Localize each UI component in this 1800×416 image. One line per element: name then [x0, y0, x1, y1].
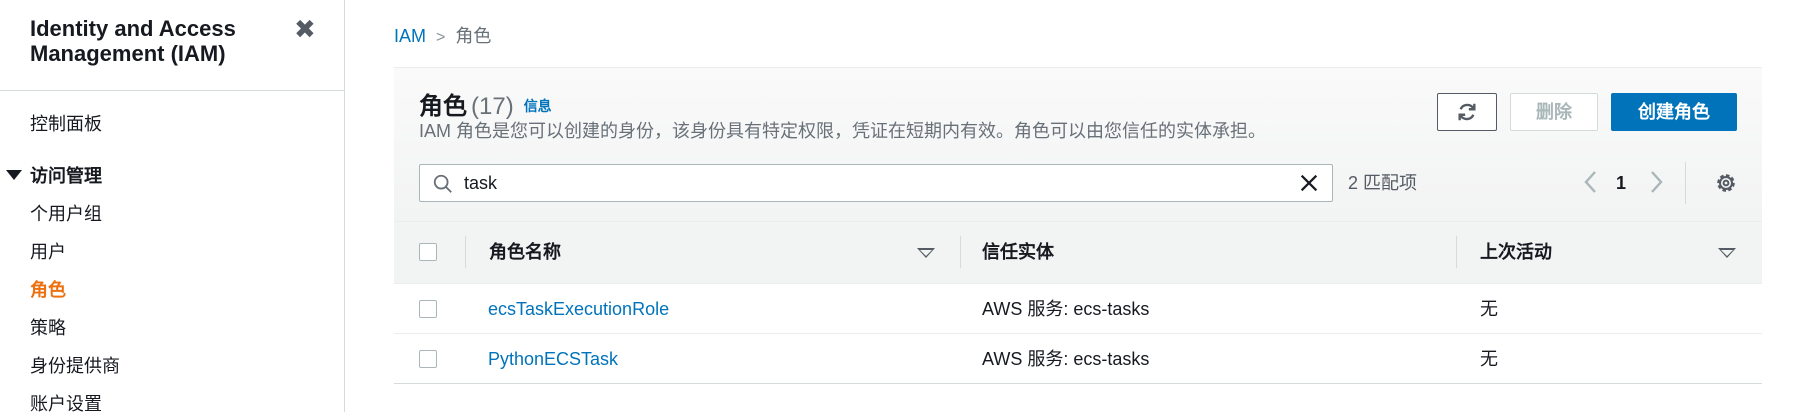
role-count: (17)	[471, 93, 514, 120]
column-divider	[465, 236, 466, 268]
sidebar-section-access-management[interactable]: 访问管理	[6, 164, 102, 188]
column-header-trusted-entities[interactable]: 信任实体	[982, 222, 1054, 283]
clear-icon[interactable]	[1298, 172, 1320, 194]
refresh-icon	[1458, 103, 1476, 121]
role-name-link[interactable]: ecsTaskExecutionRole	[488, 284, 669, 334]
match-count: 2 匹配项	[1348, 173, 1418, 193]
trusted-entity-cell: AWS 服务: ecs-tasks	[982, 299, 1150, 319]
search-input[interactable]: task	[419, 164, 1333, 202]
search-icon	[433, 174, 452, 193]
divider	[1685, 162, 1686, 204]
close-icon[interactable]: ✖	[294, 14, 316, 44]
chevron-right-icon[interactable]	[1644, 168, 1668, 196]
sidebar-header: Identity and Access Management (IAM) ✖	[0, 0, 345, 91]
last-activity-cell: 无	[1480, 349, 1498, 369]
sort-desc-icon[interactable]	[1718, 248, 1736, 258]
row-checkbox[interactable]	[419, 300, 437, 318]
search-value[interactable]: task	[464, 172, 497, 194]
column-header-role-name[interactable]: 角色名称	[489, 222, 561, 283]
breadcrumb-current: 角色	[455, 26, 492, 46]
table-row: ecsTaskExecutionRole AWS 服务: ecs-tasks 无	[394, 284, 1762, 334]
page-title: 角色 (17) 信息	[419, 91, 552, 122]
sidebar: Identity and Access Management (IAM) ✖ 控…	[0, 0, 345, 414]
sidebar-item-dashboard[interactable]: 控制面板	[30, 112, 102, 136]
sidebar-item-users[interactable]: 用户	[30, 240, 66, 264]
panel-header: 角色 (17) 信息 IAM 角色是您可以创建的身份，该身份具有特定权限，凭证在短期…	[394, 67, 1762, 221]
sort-desc-icon[interactable]	[917, 248, 935, 258]
sidebar-section-label: 访问管理	[30, 166, 102, 186]
trusted-entity-cell: AWS 服务: ecs-tasks	[982, 349, 1150, 369]
last-activity-cell: 无	[1480, 299, 1498, 319]
sidebar-item-account-settings[interactable]: 账户设置	[30, 392, 102, 416]
sidebar-title: Identity and Access Management (IAM)	[30, 16, 236, 66]
gear-icon[interactable]	[1714, 171, 1738, 195]
info-link[interactable]: 信息	[524, 98, 552, 114]
table-row: PythonECSTask AWS 服务: ecs-tasks 无	[394, 334, 1762, 384]
page-title-text: 角色	[419, 93, 467, 120]
breadcrumb: IAM > 角色	[394, 24, 491, 50]
chevron-left-icon[interactable]	[1579, 168, 1603, 196]
breadcrumb-iam-link[interactable]: IAM	[394, 26, 426, 46]
column-divider	[1456, 236, 1457, 268]
sidebar-item-policies[interactable]: 策略	[30, 316, 66, 340]
caret-down-icon	[6, 170, 22, 180]
role-name-link[interactable]: PythonECSTask	[488, 334, 618, 384]
refresh-button[interactable]	[1437, 93, 1497, 131]
column-divider	[960, 236, 961, 268]
delete-button[interactable]: 删除	[1510, 93, 1598, 131]
sidebar-item-roles[interactable]: 角色	[30, 278, 66, 302]
row-checkbox[interactable]	[419, 350, 437, 368]
page-description: IAM 角色是您可以创建的身份，该身份具有特定权限，凭证在短期内有效。角色可以由…	[419, 121, 1266, 141]
select-all-checkbox[interactable]	[419, 243, 437, 261]
sidebar-item-identity-providers[interactable]: 身份提供商	[30, 354, 120, 378]
page-number[interactable]: 1	[1616, 172, 1626, 194]
sidebar-item-user-groups[interactable]: 个用户组	[30, 202, 102, 226]
chevron-right-icon: >	[436, 29, 446, 46]
column-header-last-activity[interactable]: 上次活动	[1480, 222, 1552, 283]
create-role-button[interactable]: 创建角色	[1611, 93, 1737, 131]
roles-panel: 角色 (17) 信息 IAM 角色是您可以创建的身份，该身份具有特定权限，凭证在短期…	[394, 67, 1762, 384]
table-header: 角色名称 信任实体 上次活动	[394, 221, 1762, 284]
